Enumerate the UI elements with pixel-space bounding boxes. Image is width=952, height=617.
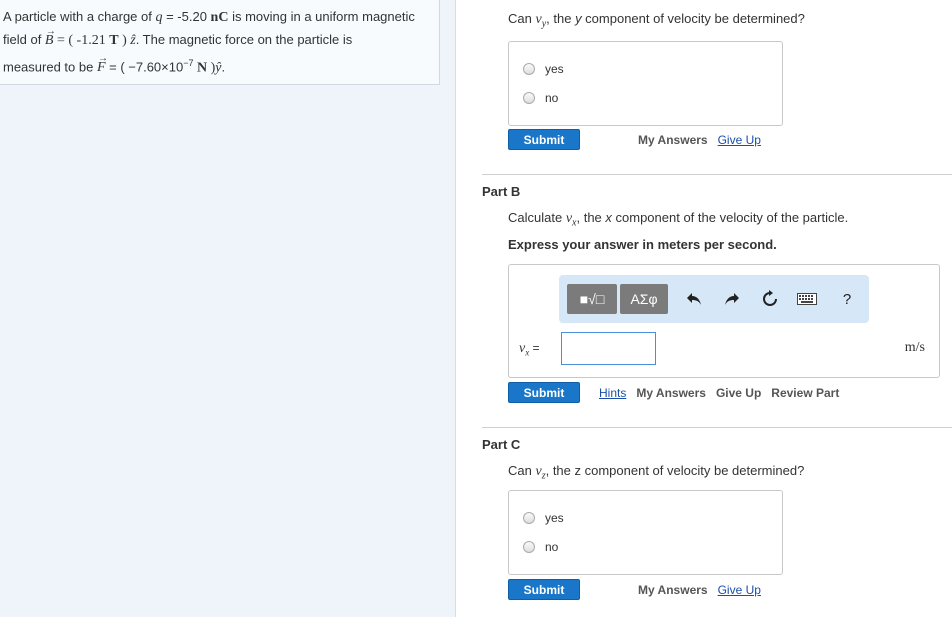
part-b-title: Part B: [482, 184, 521, 199]
redo-icon[interactable]: [721, 288, 743, 310]
problem-text: is moving in a uniform magnetic: [228, 9, 415, 24]
part-b-links: Hints My Answers Give Up Review Part: [599, 386, 839, 400]
part-b-question: Calculate vx, the x component of the vel…: [508, 210, 849, 229]
unit-label: m/s: [904, 340, 925, 355]
field-vector-symbol: → B: [44, 26, 56, 48]
my-answers-link[interactable]: My Answers: [638, 583, 708, 597]
problem-line-1: A particle with a charge of q = -5.20 nC…: [3, 6, 433, 29]
problem-text: field of: [3, 32, 45, 47]
give-up-link[interactable]: Give Up: [718, 583, 761, 597]
force-exponent: −7: [183, 58, 194, 68]
reset-icon[interactable]: [759, 288, 781, 310]
problem-panel: A particle with a charge of q = -5.20 nC…: [0, 0, 456, 617]
questions-panel: Can vy, the y component of velocity be d…: [456, 0, 952, 617]
charge-value: = -5.20: [162, 9, 211, 24]
answer-variable-label: vx =: [519, 341, 540, 358]
charge-unit: nC: [210, 10, 229, 25]
my-answers-link[interactable]: My Answers: [636, 386, 706, 400]
radio-button[interactable]: [523, 541, 535, 553]
option-yes[interactable]: yes: [523, 511, 564, 525]
radio-button[interactable]: [523, 92, 535, 104]
option-yes[interactable]: yes: [523, 62, 564, 76]
problem-text: measured to be: [3, 59, 97, 75]
problem-text: A particle with a charge of: [3, 9, 156, 24]
force-unit: N: [193, 60, 211, 76]
part-b-instruction: Express your answer in meters per second…: [508, 237, 777, 252]
keyboard-icon[interactable]: [796, 288, 818, 310]
field-unit: T: [109, 33, 119, 48]
radio-button[interactable]: [523, 512, 535, 524]
divider: [482, 427, 952, 428]
force-vector-symbol: → F: [96, 53, 108, 76]
radio-button[interactable]: [523, 63, 535, 75]
problem-statement: A particle with a charge of q = -5.20 nC…: [0, 0, 440, 85]
my-answers-link[interactable]: My Answers: [638, 133, 708, 147]
part-b-answer-box: ■√□ ΑΣφ ? vx = m/s: [508, 264, 940, 378]
problem-text: ): [118, 33, 131, 48]
part-c-question: Can vz, the z component of velocity be d…: [508, 463, 805, 482]
part-b-submit-button[interactable]: Submit: [508, 382, 580, 403]
part-c-links: My Answers Give Up: [638, 583, 761, 597]
part-a-choices: yes no: [508, 41, 783, 126]
undo-icon[interactable]: [683, 288, 705, 310]
hints-link[interactable]: Hints: [599, 386, 626, 400]
help-icon[interactable]: ?: [836, 288, 858, 310]
templates-button[interactable]: ■√□: [567, 284, 617, 314]
field-value: = ( -1.21: [53, 33, 110, 48]
option-no[interactable]: no: [523, 91, 558, 105]
symbols-button[interactable]: ΑΣφ: [620, 284, 668, 314]
problem-line-3: measured to be → F = ( −7.60×10−7 N )ŷ.: [3, 52, 433, 79]
problem-text: .: [221, 59, 226, 75]
review-part-link[interactable]: Review Part: [771, 386, 839, 400]
give-up-link[interactable]: Give Up: [718, 133, 761, 147]
problem-text: . The magnetic force on the particle is: [135, 32, 353, 47]
option-no[interactable]: no: [523, 540, 558, 554]
part-c-title: Part C: [482, 437, 521, 452]
part-c-choices: yes no: [508, 490, 783, 575]
part-c-submit-button[interactable]: Submit: [508, 579, 580, 600]
problem-line-2: field of → B = ( -1.21 T ) ẑ. The magneti…: [3, 26, 433, 52]
math-toolbar: ■√□ ΑΣφ ?: [559, 275, 869, 323]
divider: [482, 174, 952, 175]
give-up-link[interactable]: Give Up: [716, 386, 761, 400]
answer-input[interactable]: [561, 332, 656, 365]
force-value: = ( −7.60×10: [105, 59, 184, 75]
part-a-submit-button[interactable]: Submit: [508, 129, 580, 150]
part-a-links: My Answers Give Up: [638, 133, 761, 147]
part-a-question: Can vy, the y component of velocity be d…: [508, 11, 805, 30]
